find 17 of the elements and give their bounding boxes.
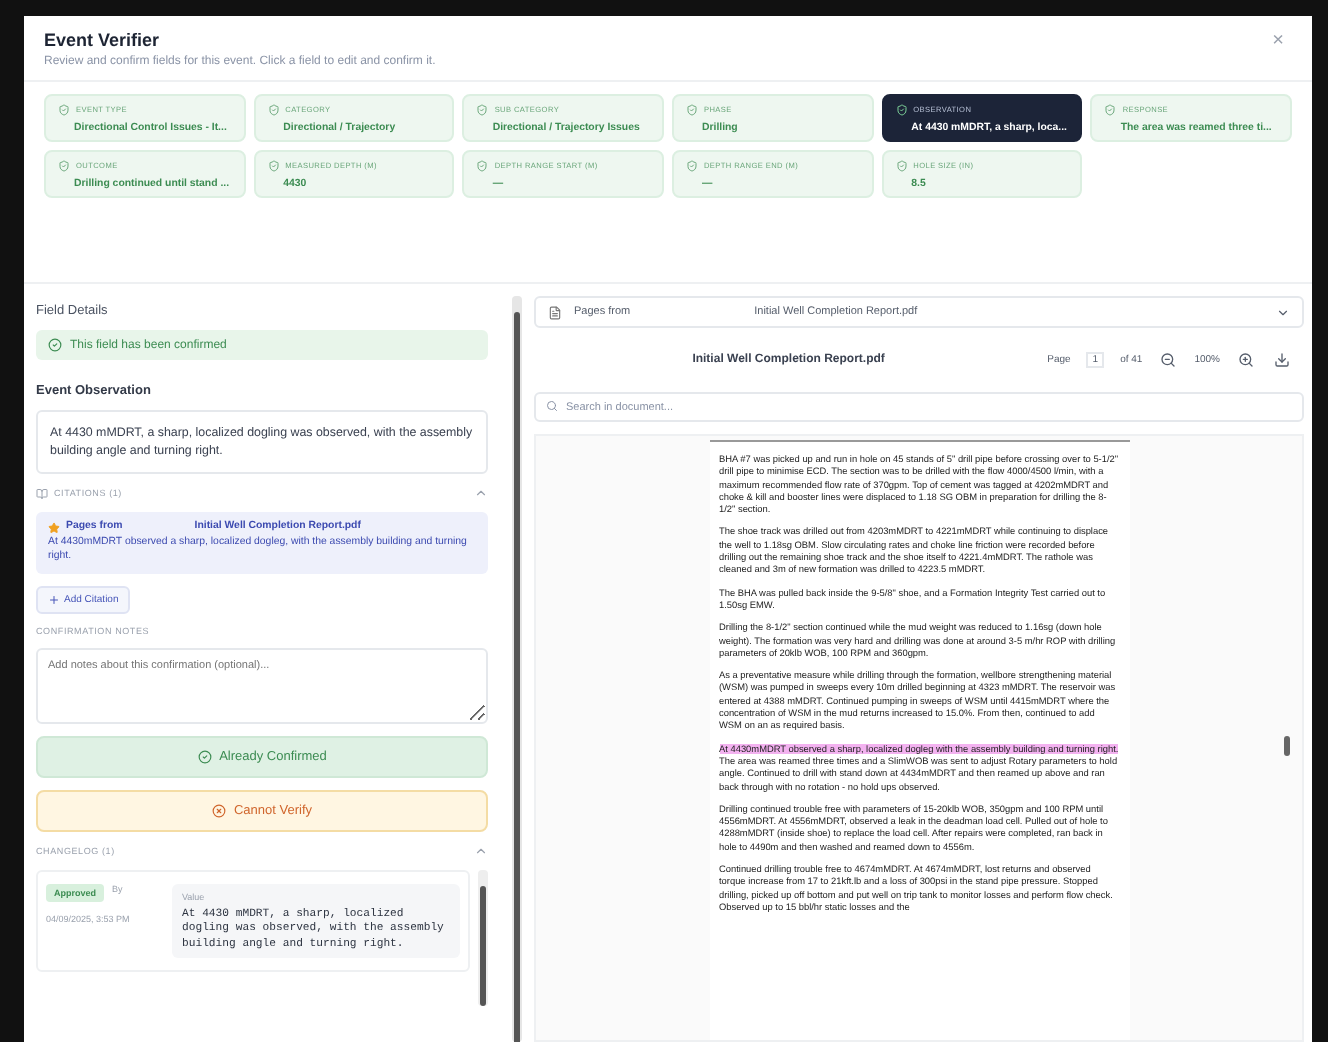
x-circle-icon bbox=[211, 803, 226, 817]
scrollbar[interactable] bbox=[478, 869, 488, 1005]
chevron-icon bbox=[1276, 305, 1290, 319]
file-icon bbox=[548, 305, 562, 319]
plus-icon bbox=[48, 593, 60, 605]
book-icon bbox=[36, 487, 48, 499]
dialog-title: Event Verifier bbox=[44, 30, 162, 50]
scrollbar-thumb[interactable] bbox=[1284, 736, 1290, 756]
zoom-in-button[interactable] bbox=[1236, 350, 1256, 370]
download-button[interactable] bbox=[1272, 350, 1292, 370]
check-circle-icon bbox=[197, 749, 212, 763]
search-icon bbox=[546, 400, 558, 412]
close-button[interactable]: × bbox=[1264, 30, 1292, 52]
zoom-out-button[interactable] bbox=[1158, 350, 1179, 370]
star-icon bbox=[48, 521, 60, 534]
check-circle-icon bbox=[48, 338, 62, 352]
scrollbar[interactable] bbox=[512, 296, 522, 1042]
